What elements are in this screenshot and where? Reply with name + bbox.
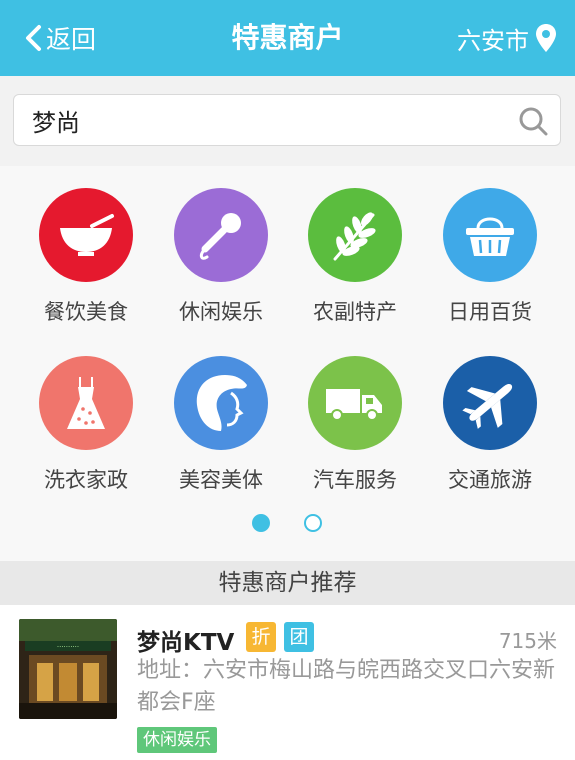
- category-laundry[interactable]: 洗衣家政: [21, 356, 151, 506]
- category-label: 交通旅游: [448, 468, 532, 492]
- category-car-service[interactable]: 汽车服务: [290, 356, 420, 506]
- location-pin-icon: [536, 24, 556, 52]
- svg-text:··········: ··········: [57, 643, 79, 651]
- category-label: 餐饮美食: [44, 300, 128, 324]
- discount-badge: 折: [246, 622, 276, 652]
- merchant-thumbnail: ··········: [19, 619, 117, 719]
- top-bar: 返回 特惠商户 六安市: [0, 0, 575, 76]
- page-dot-active[interactable]: [252, 514, 270, 532]
- back-button[interactable]: 返回: [24, 19, 96, 57]
- category-label: 农副特产: [313, 300, 397, 324]
- airplane-icon: [443, 356, 537, 450]
- category-daily-goods[interactable]: 日用百货: [425, 188, 555, 338]
- bowl-icon: [39, 188, 133, 282]
- category-label: 汽车服务: [313, 468, 397, 492]
- wheat-icon: [308, 188, 402, 282]
- category-dining[interactable]: 餐饮美食: [21, 188, 151, 338]
- dress-icon: [39, 356, 133, 450]
- microphone-icon: [174, 188, 268, 282]
- face-icon: [174, 356, 268, 450]
- category-travel[interactable]: 交通旅游: [425, 356, 555, 506]
- recommend-header: 特惠商户推荐: [0, 561, 575, 605]
- back-label: 返回: [46, 25, 97, 54]
- category-label: 日用百货: [448, 300, 532, 324]
- category-label: 洗衣家政: [44, 468, 128, 492]
- page-dot-inactive[interactable]: [304, 514, 322, 532]
- group-buy-badge: 团: [284, 622, 314, 652]
- chevron-left-icon: [26, 25, 41, 51]
- category-beauty[interactable]: 美容美体: [156, 356, 286, 506]
- merchant-list-item[interactable]: ·········· 梦尚KTV 折 团 715米 地址：六安市梅山路与皖西路交…: [0, 605, 575, 760]
- merchant-name: 梦尚KTV: [137, 630, 235, 656]
- search-box[interactable]: [13, 94, 561, 146]
- search-area: [0, 76, 575, 166]
- merchant-category-tag: 休闲娱乐: [137, 727, 217, 753]
- merchant-address: 地址：六安市梅山路与皖西路交叉口六安新都会F座: [137, 658, 556, 715]
- category-farm-products[interactable]: 农副特产: [290, 188, 420, 338]
- category-entertainment[interactable]: 休闲娱乐: [156, 188, 286, 338]
- search-input[interactable]: [32, 103, 512, 137]
- basket-icon: [443, 188, 537, 282]
- merchant-distance: 715米: [498, 629, 557, 653]
- truck-icon: [308, 356, 402, 450]
- city-selector[interactable]: 六安市: [457, 19, 557, 57]
- category-grid: 餐饮美食 休闲娱乐 农副特产 日用百货 洗衣家政 美容美体 汽车服务 交通旅游: [0, 166, 575, 561]
- category-label: 休闲娱乐: [179, 300, 263, 324]
- page-indicator: [0, 514, 575, 534]
- city-label: 六安市: [457, 26, 529, 55]
- search-icon[interactable]: [518, 106, 548, 136]
- category-label: 美容美体: [179, 468, 263, 492]
